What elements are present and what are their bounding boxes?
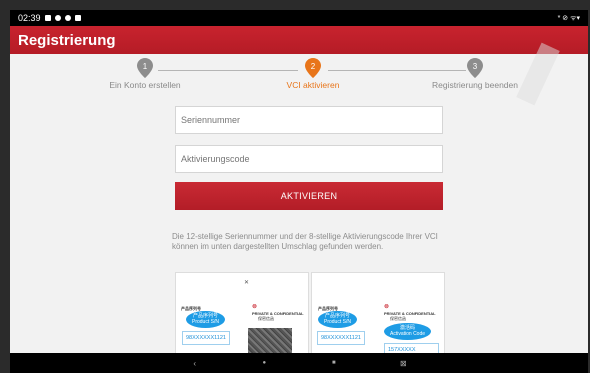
envelope-left-brand-cn: 保密信函	[258, 316, 274, 321]
envelope-right-serial: 98XXXXXX1121	[317, 331, 365, 345]
android-nav-bar: ‹ ● ■ ⊠	[10, 353, 588, 373]
envelope-right-brand-cn: 保密信函	[390, 316, 406, 321]
serial-number-input[interactable]	[181, 115, 437, 125]
back-icon[interactable]: ‹	[190, 358, 200, 368]
svg-text:1: 1	[143, 62, 148, 71]
step-2-pin-icon: 2	[305, 58, 321, 78]
status-time: 02:39	[18, 13, 41, 23]
hint-text: Die 12-stellige Seriennummer und der 8-s…	[172, 232, 438, 251]
brand-logo-icon: ⊜	[252, 304, 258, 310]
serial-number-field[interactable]	[175, 106, 443, 134]
app-bar: Registrierung	[10, 26, 588, 54]
scissors-icon: ✕	[244, 280, 250, 286]
sim-icon	[74, 15, 81, 21]
svg-text:2: 2	[311, 62, 316, 71]
step-1-label: Ein Konto erstellen	[109, 80, 181, 90]
status-right-icons: * ⊘ ᯤ▾	[557, 14, 580, 22]
step-activate-vci: 2 VCI aktivieren	[243, 58, 383, 90]
svg-text:3: 3	[473, 62, 478, 71]
brand-logo-icon: ⊜	[384, 304, 390, 310]
activate-button[interactable]: AKTIVIEREN	[175, 182, 443, 210]
step-create-account: 1 Ein Konto erstellen	[75, 58, 215, 90]
envelope-left-serial: 98XXXXXX1121	[182, 331, 230, 345]
step-1-pin-icon: 1	[137, 58, 153, 78]
shield-icon	[54, 15, 61, 21]
status-bar: 02:39 * ⊘ ᯤ▾	[10, 10, 588, 26]
home-icon[interactable]: ●	[259, 358, 269, 368]
message-icon	[44, 15, 51, 21]
step-3-label: Registrierung beenden	[431, 80, 518, 90]
registration-content: 1 Ein Konto erstellen 2 VCI aktivieren 3…	[10, 42, 588, 373]
screenshot-icon[interactable]: ⊠	[398, 358, 408, 368]
step-finish-registration: 3 Registrierung beenden	[405, 58, 545, 90]
activation-code-field[interactable]	[175, 145, 443, 173]
device-screen: 02:39 * ⊘ ᯤ▾ Registrierung 1 Ein Konto e…	[10, 10, 588, 373]
page-title: Registrierung	[18, 31, 116, 49]
step-3-pin-icon: 3	[467, 58, 483, 78]
product-sn-bubble-2: 产品序列号 Product S/N	[318, 311, 357, 328]
activation-code-input[interactable]	[181, 154, 437, 164]
product-sn-bubble: 产品序列号 Product S/N	[186, 311, 225, 328]
app-notification-icon	[64, 15, 71, 21]
step-2-label: VCI aktivieren	[286, 80, 340, 90]
recents-icon[interactable]: ■	[329, 358, 339, 368]
step-indicator: 1 Ein Konto erstellen 2 VCI aktivieren 3…	[10, 54, 588, 100]
activation-code-bubble: 激活码 Activation Code	[384, 323, 432, 340]
